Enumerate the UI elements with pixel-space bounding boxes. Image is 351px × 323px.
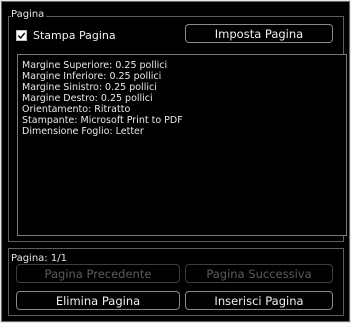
page-info-line: Margine Destro: 0.25 pollici <box>22 93 153 104</box>
print-page-checkbox[interactable] <box>16 29 27 41</box>
page-group-title: Pagina <box>11 9 47 21</box>
previous-page-button[interactable]: Pagina Precedente <box>16 264 180 283</box>
page-info-line: Margine Superiore: 0.25 pollici <box>22 60 168 71</box>
page-settings-panel: Pagina Stampa Pagina Imposta Pagina Marg… <box>1 1 350 322</box>
page-info-box: Margine Superiore: 0.25 pollici Margine I… <box>17 54 347 236</box>
page-info-line: Margine Sinistro: 0.25 pollici <box>22 82 157 93</box>
page-info-line: Stampante: Microsoft Print to PDF <box>22 115 183 126</box>
next-page-button[interactable]: Pagina Successiva <box>185 264 333 283</box>
delete-page-button[interactable]: Elimina Pagina <box>16 291 180 310</box>
print-page-label: Stampa Pagina <box>33 28 116 42</box>
checkmark-icon <box>17 32 26 39</box>
page-info-line: Dimensione Foglio: Letter <box>22 126 144 137</box>
setup-page-button[interactable]: Imposta Pagina <box>185 24 333 43</box>
page-info-line: Margine Inferiore: 0.25 pollici <box>22 71 162 82</box>
page-info-line: Orientamento: Ritratto <box>22 104 131 115</box>
insert-page-button[interactable]: Inserisci Pagina <box>185 291 333 310</box>
print-page-checkbox-row[interactable]: Stampa Pagina <box>16 28 116 42</box>
